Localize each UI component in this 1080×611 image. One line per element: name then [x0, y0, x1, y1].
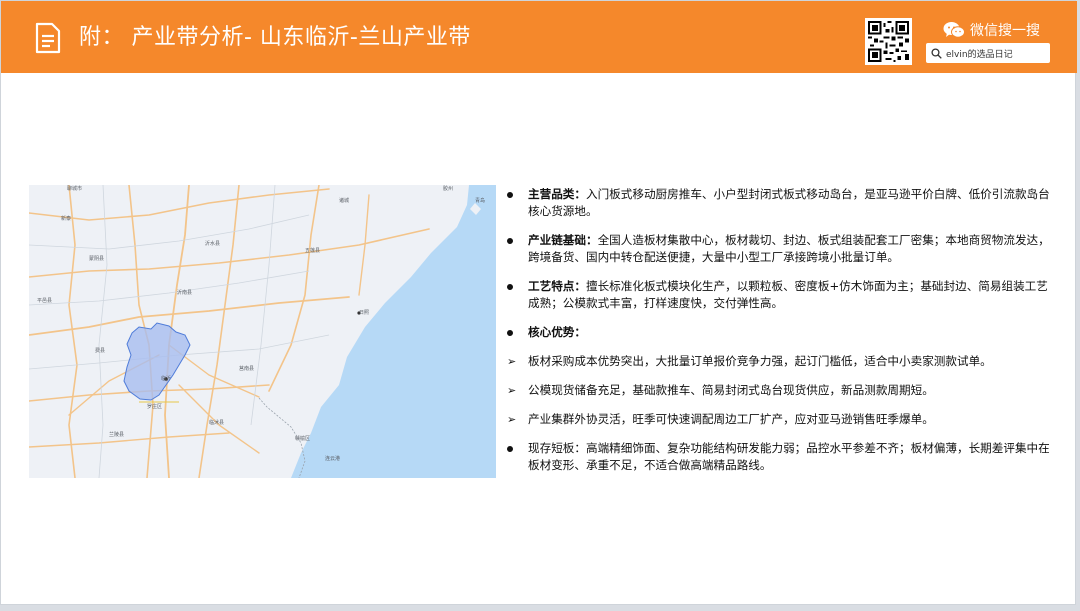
map-label: 赣榆区 — [295, 436, 311, 442]
map-label: 五莲县 — [305, 248, 321, 254]
map-label: 平邑县 — [37, 298, 53, 304]
map-label: 诸城 — [339, 198, 350, 204]
arrow-bullet-icon: ➢ — [507, 355, 517, 368]
bullet-item: ➢ 产业集群外协灵活，旺季可快速调配周边工厂扩产，应对亚马逊销售旺季爆单。 — [507, 411, 1052, 428]
map-label: 日照 — [359, 310, 370, 316]
bullet-text: 现存短板：高端精细饰面、复杂功能结构研发能力弱；品控水平参差不齐；板材偏薄，长期… — [528, 441, 1050, 472]
document-icon — [35, 22, 61, 54]
map-label: 临沭县 — [209, 420, 225, 426]
bullet-text: 产业集群外协灵活，旺季可快速调配周边工厂扩产，应对亚马逊销售旺季爆单。 — [528, 412, 934, 426]
search-text: elvin的选品日记 — [946, 49, 1013, 60]
arrow-bullet-icon: ➢ — [507, 413, 517, 426]
arrow-bullet-icon: ➢ — [507, 384, 517, 397]
slide: 附： 产业带分析- 山东临沂-兰山产业带 微信搜一搜 elvin的选品日记 聊城… — [0, 0, 1077, 605]
header-bar: 附： 产业带分析- 山东临沂-兰山产业带 微信搜一搜 elvin的选品日记 — [1, 1, 1077, 73]
bullet-item: ➢ 板材采购成本优势突出，大批量订单报价竞争力强，起订门槛低，适合中小卖家测款试单… — [507, 353, 1052, 370]
bullet-text: 入门板式移动厨房推车、小户型封闭式板式移动岛台，是亚马逊平价白牌、低价引流款岛台… — [528, 187, 1050, 218]
bullet-item: 产业链基础：全国人造板材集散中心，板材裁切、封边、板式组装配套工厂密集；本地商贸… — [507, 232, 1052, 266]
bullet-text: 全国人造板材集散中心，板材裁切、封边、板式组装配套工厂密集；本地商贸物流发达，跨… — [528, 233, 1050, 264]
wechat-search-brand: 微信搜一搜 — [943, 19, 1040, 41]
map-label: 费县 — [95, 348, 106, 354]
map-label: 兰陵县 — [109, 432, 125, 438]
bullet-label: 主营品类： — [528, 187, 586, 201]
map-label: 胶州 — [443, 186, 454, 192]
map-label: 莒南县 — [239, 366, 255, 372]
search-input[interactable]: elvin的选品日记 — [926, 43, 1050, 63]
bullet-dot-icon — [507, 232, 521, 249]
bullet-item: 工艺特点：擅长标准化板式模块化生产，以颗粒板、密度板+仿木饰面为主；基础封边、简… — [507, 278, 1052, 312]
page-title: 附： 产业带分析- 山东临沂-兰山产业带 — [79, 25, 471, 50]
bullet-label: 核心优势： — [528, 325, 586, 339]
map-label: 沂水县 — [205, 241, 221, 247]
bullet-list: 主营品类：入门板式移动厨房推车、小户型封闭式板式移动岛台，是亚马逊平价白牌、低价… — [507, 186, 1052, 486]
wechat-search-label: 微信搜一搜 — [970, 23, 1040, 39]
map-label: 聊城市 — [67, 186, 83, 192]
bullet-text: 公模现货储备充足，基础款推车、简易封闭式岛台现货供应，新品测款周期短。 — [528, 383, 934, 397]
map-label: 新泰 — [61, 216, 72, 222]
qr-code-icon — [865, 18, 912, 65]
bullet-dot-icon — [507, 278, 521, 295]
bullet-item: 主营品类：入门板式移动厨房推车、小户型封闭式板式移动岛台，是亚马逊平价白牌、低价… — [507, 186, 1052, 220]
map-label: 连云港 — [325, 456, 341, 462]
bullet-text: 板材采购成本优势突出，大批量订单报价竞争力强，起订门槛低，适合中小卖家测款试单。 — [528, 354, 992, 368]
map-graphic — [29, 185, 496, 478]
bullet-text: 擅长标准化板式模块化生产，以颗粒板、密度板+仿木饰面为主；基础封边、简易组装工艺… — [528, 279, 1048, 310]
bullet-label: 产业链基础： — [528, 233, 598, 247]
map-label: 沂南县 — [177, 290, 193, 296]
search-icon — [931, 47, 942, 59]
map[interactable]: 聊城市 新泰 蒙阴县 沂南县 平邑县 沂水县 诸城 五莲县 日照 费县 临沂 罗… — [29, 185, 496, 478]
map-label: 罗庄区 — [147, 404, 163, 410]
bullet-dot-icon — [507, 186, 521, 203]
bullet-item: ➢ 公模现货储备充足，基础款推车、简易封闭式岛台现货供应，新品测款周期短。 — [507, 382, 1052, 399]
bullet-item: 核心优势： — [507, 324, 1052, 341]
wechat-icon — [943, 22, 965, 38]
bullet-label: 工艺特点： — [528, 279, 586, 293]
bullet-dot-icon — [507, 324, 521, 341]
map-label: 蒙阴县 — [89, 256, 105, 262]
map-label: 青岛 — [475, 198, 486, 204]
map-label: 临沂 — [161, 376, 172, 382]
bullet-dot-icon — [507, 440, 521, 457]
bullet-item: 现存短板：高端精细饰面、复杂功能结构研发能力弱；品控水平参差不齐；板材偏薄，长期… — [507, 440, 1052, 474]
